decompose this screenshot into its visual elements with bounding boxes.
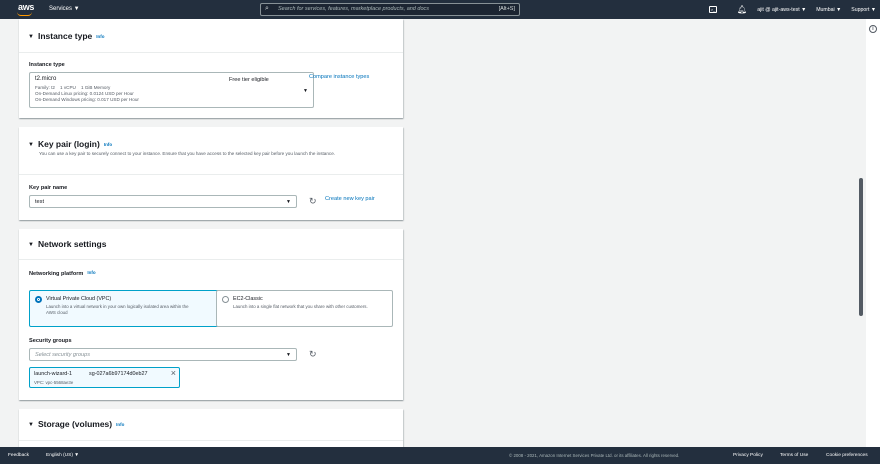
key-pair-value: test	[35, 199, 45, 205]
vpc-option-card[interactable]: Virtual Private Cloud (VPC) Launch into …	[29, 290, 225, 327]
key-pair-panel: ▼ Key pair (login) Info You can use a key …	[19, 127, 403, 220]
divider	[19, 259, 403, 260]
networking-platform-label: Networking platform Info	[29, 270, 96, 277]
cookie-preferences-link[interactable]: Cookie preferences	[826, 453, 868, 458]
token-group-id: sg-027a6b97174d0eb27	[89, 371, 148, 377]
nav-right-group: >_ 🔔︎ ajit @ ajit-aws-test ▼ Mumbai ▼ Su…	[709, 0, 880, 19]
region-menu[interactable]: Mumbai ▼	[816, 7, 841, 13]
key-pair-heading[interactable]: ▼ Key pair (login) Info	[28, 139, 112, 149]
security-groups-label: Security groups	[29, 338, 72, 344]
storage-heading[interactable]: ▼ Storage (volumes) Info	[28, 419, 124, 429]
services-menu[interactable]: Services ▼	[49, 6, 80, 12]
collapse-triangle-icon: ▼	[28, 242, 34, 248]
scrollbar[interactable]	[859, 178, 863, 316]
account-menu[interactable]: ajit @ ajit-aws-test ▼	[757, 7, 806, 13]
ec2-classic-radio[interactable]	[222, 296, 229, 303]
aws-logo[interactable]: aws	[18, 2, 34, 12]
key-pair-description: You can use a key pair to securely conne…	[39, 151, 336, 156]
refresh-icon[interactable]: ↻	[309, 196, 317, 207]
free-tier-label: Free tier eligible	[229, 77, 269, 83]
vpc-option-title: Virtual Private Cloud (VPC)	[46, 296, 112, 302]
vpc-radio[interactable]	[35, 296, 42, 303]
networking-platform-info-link[interactable]: Info	[87, 270, 95, 275]
collapse-triangle-icon: ▼	[28, 142, 34, 148]
chevron-down-icon: ▼	[286, 199, 291, 205]
compare-instance-types-link[interactable]: Compare instance types	[309, 74, 369, 80]
help-panel-gutter	[866, 19, 880, 447]
search-shortcut: [Alt+S]	[498, 6, 515, 12]
language-selector[interactable]: English (US) ▼	[46, 453, 79, 458]
cloudshell-icon[interactable]: >_	[709, 6, 727, 13]
token-group-name: launch-wizard-1	[34, 371, 73, 377]
terms-of-use-link[interactable]: Terms of Use	[780, 453, 808, 458]
search-input[interactable]: ⌕ Search for services, features, marketp…	[260, 3, 520, 16]
info-circle-icon[interactable]: i	[869, 25, 877, 33]
divider	[19, 440, 403, 441]
security-groups-placeholder: Select security groups	[35, 352, 91, 358]
instance-type-select[interactable]: t2.micro Free tier eligible Family: t2 1…	[29, 72, 314, 108]
network-settings-panel: ▼ Network settings Networking platform Inf…	[19, 229, 403, 400]
copyright-text: © 2008 - 2021, Amazon Internet Services …	[509, 453, 680, 458]
security-groups-select[interactable]: Select security groups ▼	[29, 348, 297, 361]
divider	[19, 52, 403, 53]
chevron-down-icon: ▼	[286, 352, 291, 358]
create-key-pair-link[interactable]: Create new key pair	[325, 196, 375, 202]
instance-type-heading[interactable]: ▼ Instance type Info	[28, 31, 105, 41]
instance-type-info-link[interactable]: Info	[96, 34, 104, 39]
security-group-token: launch-wizard-1 sg-027a6b97174d0eb27 VPC…	[29, 367, 180, 388]
footer-bar: Feedback English (US) ▼ © 2008 - 2021, A…	[0, 447, 880, 464]
close-icon[interactable]: ×	[171, 368, 176, 378]
collapse-triangle-icon: ▼	[28, 422, 34, 428]
aws-logo-smile	[17, 12, 32, 16]
ec2-classic-option-card[interactable]: EC2-Classic Launch into a single flat ne…	[216, 290, 393, 327]
token-vpc: VPC: vpc-5568ae3e	[34, 380, 74, 385]
search-placeholder: Search for services, features, marketpla…	[278, 6, 430, 12]
feedback-link[interactable]: Feedback	[8, 453, 29, 458]
vpc-option-description: Launch into a virtual network in your ow…	[46, 304, 189, 315]
privacy-policy-link[interactable]: Privacy Policy	[733, 453, 763, 458]
top-navigation-bar: aws Services ▼ ⌕ Search for services, fe…	[0, 0, 880, 19]
collapse-triangle-icon: ▼	[28, 34, 34, 40]
key-pair-info-link[interactable]: Info	[104, 142, 112, 147]
instance-type-label: Instance type	[29, 62, 65, 68]
storage-panel: ▼ Storage (volumes) Info	[19, 409, 403, 447]
instance-type-value: t2.micro	[35, 76, 57, 82]
key-pair-select[interactable]: test ▼	[29, 195, 297, 208]
bell-icon[interactable]: 🔔︎	[737, 5, 747, 14]
network-settings-heading[interactable]: ▼ Network settings	[28, 239, 106, 249]
key-pair-name-label: Key pair name	[29, 185, 68, 191]
refresh-icon[interactable]: ↻	[309, 349, 317, 360]
divider	[19, 174, 403, 175]
chevron-down-icon: ▼	[303, 88, 308, 94]
search-icon: ⌕	[265, 5, 269, 12]
ec2-classic-option-description: Launch into a single flat network that y…	[233, 304, 368, 309]
ec2-classic-option-title: EC2-Classic	[233, 296, 263, 302]
support-menu[interactable]: Support ▼	[851, 7, 876, 13]
instance-detail-windows: On-Demand Windows pricing: 0.017 USD per…	[35, 97, 139, 102]
instance-type-panel: ▼ Instance type Info Instance type t2.micr…	[19, 19, 403, 118]
storage-info-link[interactable]: Info	[116, 422, 124, 427]
